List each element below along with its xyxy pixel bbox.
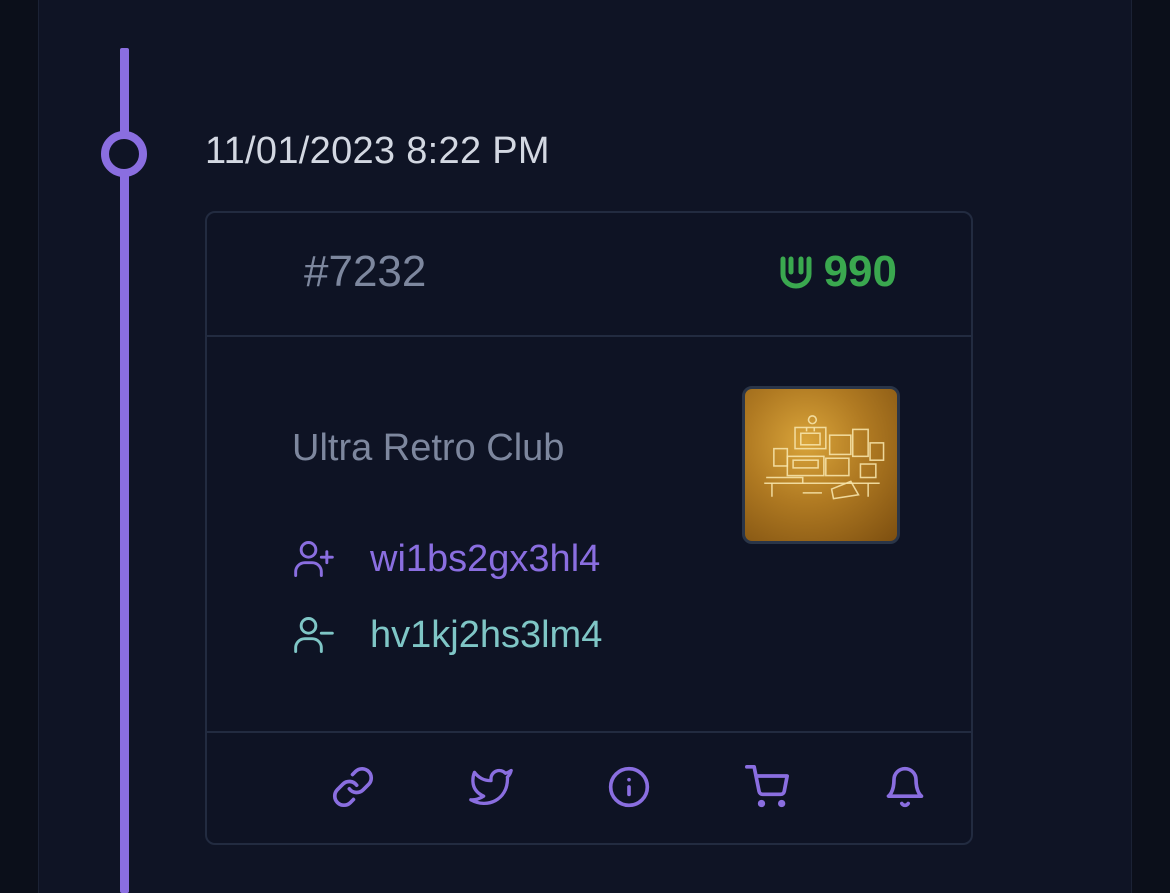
collection-name[interactable]: Ultra Retro Club [292, 427, 564, 470]
nft-thumbnail[interactable] [742, 386, 900, 544]
buyer-row: wi1bs2gx3hl4 [292, 537, 600, 581]
cart-icon[interactable] [745, 765, 789, 809]
timeline-dot [101, 131, 147, 177]
link-icon[interactable] [331, 765, 375, 809]
seller-address[interactable]: hv1kj2hs3lm4 [370, 614, 602, 657]
card-actions [207, 733, 971, 843]
price: 990 [778, 247, 897, 297]
event-timestamp: 11/01/2023 8:22 PM [205, 130, 550, 172]
seller-row: hv1kj2hs3lm4 [292, 613, 602, 657]
sale-card: #7232 990 Ultra Retro Club wi1bs2gx3hl4 … [205, 211, 973, 845]
user-plus-icon [294, 541, 334, 577]
info-icon[interactable] [607, 765, 651, 809]
token-id: #7232 [304, 247, 427, 296]
price-value: 990 [823, 247, 897, 296]
retro-desk-artwork [764, 415, 885, 500]
ultra-u-icon [780, 256, 812, 289]
card-body: Ultra Retro Club wi1bs2gx3hl4 hv1kj2hs3l… [207, 337, 971, 733]
bell-icon[interactable] [883, 765, 927, 809]
card-header: #7232 990 [207, 213, 971, 337]
twitter-icon[interactable] [469, 765, 513, 809]
buyer-address[interactable]: wi1bs2gx3hl4 [370, 538, 600, 581]
user-minus-icon [294, 617, 334, 653]
